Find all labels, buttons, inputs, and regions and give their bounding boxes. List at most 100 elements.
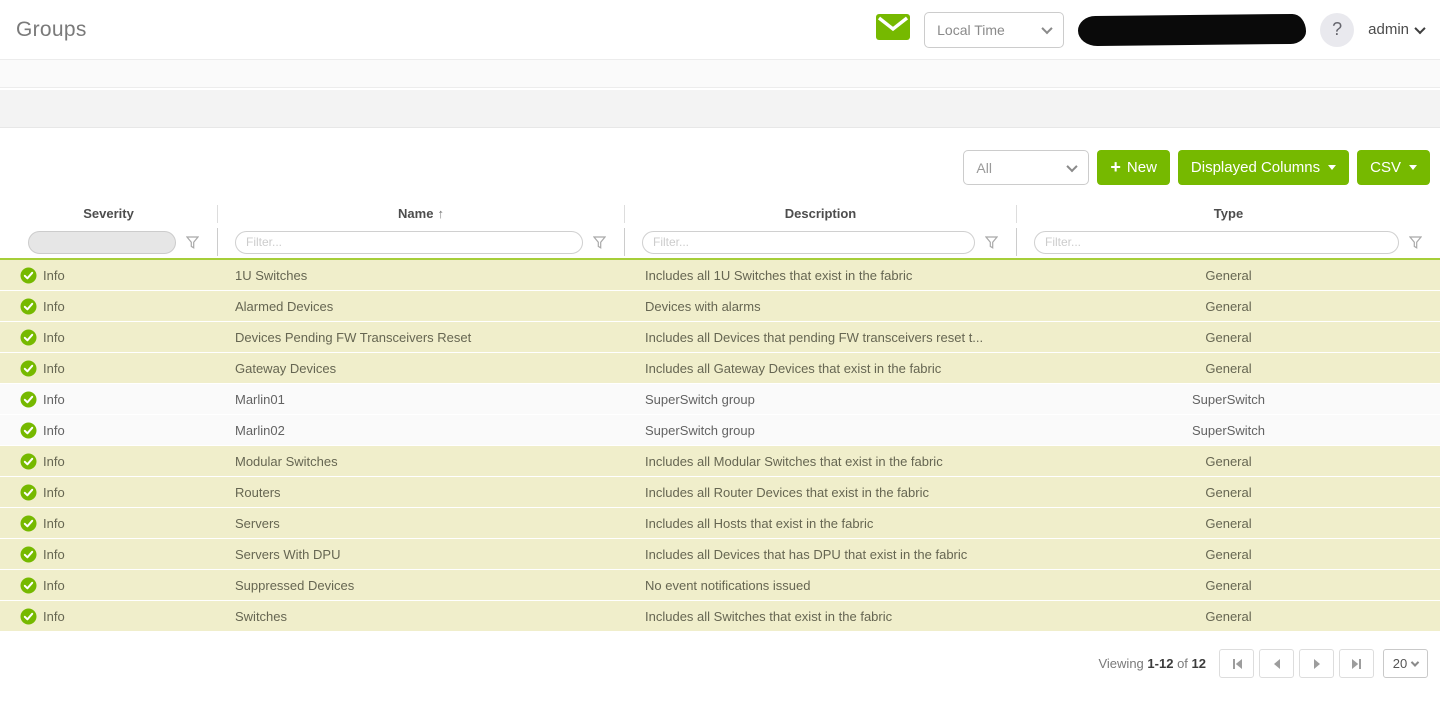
column-header-description[interactable]: Description — [625, 205, 1017, 223]
severity-cell: Info — [0, 360, 218, 377]
user-menu-label: admin — [1368, 21, 1409, 38]
severity-cell: Info — [0, 577, 218, 594]
table-row[interactable]: Info Alarmed Devices Devices with alarms… — [0, 291, 1440, 322]
table-row[interactable]: Info Marlin01 SuperSwitch group SuperSwi… — [0, 384, 1440, 415]
funnel-icon[interactable] — [985, 236, 998, 249]
caret-down-icon — [1409, 165, 1417, 170]
last-page-button[interactable] — [1339, 649, 1374, 678]
row-description: Includes all Devices that pending FW tra… — [625, 330, 1017, 345]
row-description: SuperSwitch group — [625, 392, 1017, 407]
sub-header-band — [0, 60, 1440, 88]
description-filter-input[interactable] — [642, 231, 975, 254]
column-header-severity[interactable]: Severity — [0, 205, 218, 223]
row-type: General — [1017, 299, 1440, 314]
chevron-down-icon — [1414, 22, 1425, 33]
row-description: Includes all Router Devices that exist i… — [625, 485, 1017, 500]
caret-down-icon — [1328, 165, 1336, 170]
table-filter-row — [0, 228, 1440, 260]
viewing-label: Viewing — [1098, 656, 1143, 671]
next-page-icon — [1311, 658, 1323, 670]
table-row[interactable]: Info Servers Includes all Hosts that exi… — [0, 508, 1440, 539]
row-description: Includes all Switches that exist in the … — [625, 609, 1017, 624]
row-severity-label: Info — [43, 516, 65, 531]
row-name: Marlin02 — [218, 423, 625, 438]
row-severity-label: Info — [43, 454, 65, 469]
row-type: General — [1017, 485, 1440, 500]
page-size-select[interactable]: 20 — [1383, 649, 1428, 678]
info-check-icon — [20, 608, 37, 625]
timezone-select[interactable]: Local Time — [924, 12, 1064, 48]
row-description: Includes all 1U Switches that exist in t… — [625, 268, 1017, 283]
severity-cell: Info — [0, 267, 218, 284]
severity-cell: Info — [0, 298, 218, 315]
last-page-icon — [1351, 658, 1363, 670]
row-severity-label: Info — [43, 485, 65, 500]
displayed-columns-button[interactable]: Displayed Columns — [1178, 150, 1349, 185]
new-button-label: New — [1127, 159, 1157, 176]
first-page-button[interactable] — [1219, 649, 1254, 678]
table-row[interactable]: Info 1U Switches Includes all 1U Switche… — [0, 260, 1440, 291]
row-name: Servers — [218, 516, 625, 531]
row-type: General — [1017, 516, 1440, 531]
info-check-icon — [20, 391, 37, 408]
next-page-button[interactable] — [1299, 649, 1334, 678]
chevron-down-icon — [1041, 22, 1052, 33]
filter-cell-type — [1017, 228, 1440, 256]
info-check-icon — [20, 484, 37, 501]
row-severity-label: Info — [43, 361, 65, 376]
severity-cell: Info — [0, 484, 218, 501]
user-menu[interactable]: admin — [1368, 21, 1424, 38]
column-header-name[interactable]: Name↑ — [218, 205, 625, 223]
table-row[interactable]: Info Suppressed Devices No event notific… — [0, 570, 1440, 601]
row-severity-label: Info — [43, 578, 65, 593]
row-name: Alarmed Devices — [218, 299, 625, 314]
previous-page-button[interactable] — [1259, 649, 1294, 678]
severity-cell: Info — [0, 453, 218, 470]
scope-select[interactable]: All — [963, 150, 1089, 185]
name-filter-input[interactable] — [235, 231, 583, 254]
page-title: Groups — [16, 18, 87, 42]
table-row[interactable]: Info Routers Includes all Router Devices… — [0, 477, 1440, 508]
row-severity-label: Info — [43, 299, 65, 314]
table-row[interactable]: Info Modular Switches Includes all Modul… — [0, 446, 1440, 477]
plus-icon: + — [1110, 158, 1121, 176]
info-check-icon — [20, 453, 37, 470]
table-row[interactable]: Info Devices Pending FW Transceivers Res… — [0, 322, 1440, 353]
info-check-icon — [20, 267, 37, 284]
table-row[interactable]: Info Switches Includes all Switches that… — [0, 601, 1440, 632]
page-size-value: 20 — [1393, 656, 1407, 671]
csv-button[interactable]: CSV — [1357, 150, 1430, 185]
row-name: Marlin01 — [218, 392, 625, 407]
type-filter-input[interactable] — [1034, 231, 1399, 254]
csv-button-label: CSV — [1370, 159, 1401, 176]
row-severity-label: Info — [43, 423, 65, 438]
row-description: Includes all Devices that has DPU that e… — [625, 547, 1017, 562]
row-type: General — [1017, 609, 1440, 624]
row-severity-label: Info — [43, 330, 65, 345]
table-row[interactable]: Info Marlin02 SuperSwitch group SuperSwi… — [0, 415, 1440, 446]
viewing-total: 12 — [1192, 656, 1206, 671]
severity-cell: Info — [0, 546, 218, 563]
redaction-blob — [1078, 13, 1306, 45]
table-row[interactable]: Info Gateway Devices Includes all Gatewa… — [0, 353, 1440, 384]
help-label: ? — [1332, 19, 1342, 40]
funnel-icon[interactable] — [186, 236, 199, 249]
column-header-label: Severity — [83, 206, 134, 221]
funnel-icon[interactable] — [593, 236, 606, 249]
first-page-icon — [1231, 658, 1243, 670]
viewing-range: 1-12 — [1147, 656, 1173, 671]
row-type: General — [1017, 268, 1440, 283]
severity-cell: Info — [0, 329, 218, 346]
row-description: Includes all Gateway Devices that exist … — [625, 361, 1017, 376]
help-button[interactable]: ? — [1320, 13, 1354, 47]
row-type: General — [1017, 330, 1440, 345]
new-button[interactable]: + New — [1097, 150, 1170, 185]
table-row[interactable]: Info Servers With DPU Includes all Devic… — [0, 539, 1440, 570]
column-header-type[interactable]: Type — [1017, 205, 1440, 223]
severity-cell: Info — [0, 515, 218, 532]
mail-button[interactable] — [876, 14, 910, 45]
row-severity-label: Info — [43, 268, 65, 283]
row-name: Modular Switches — [218, 454, 625, 469]
pagination-bar: Viewing 1-12 of 12 20 — [0, 649, 1440, 678]
funnel-icon[interactable] — [1409, 236, 1422, 249]
